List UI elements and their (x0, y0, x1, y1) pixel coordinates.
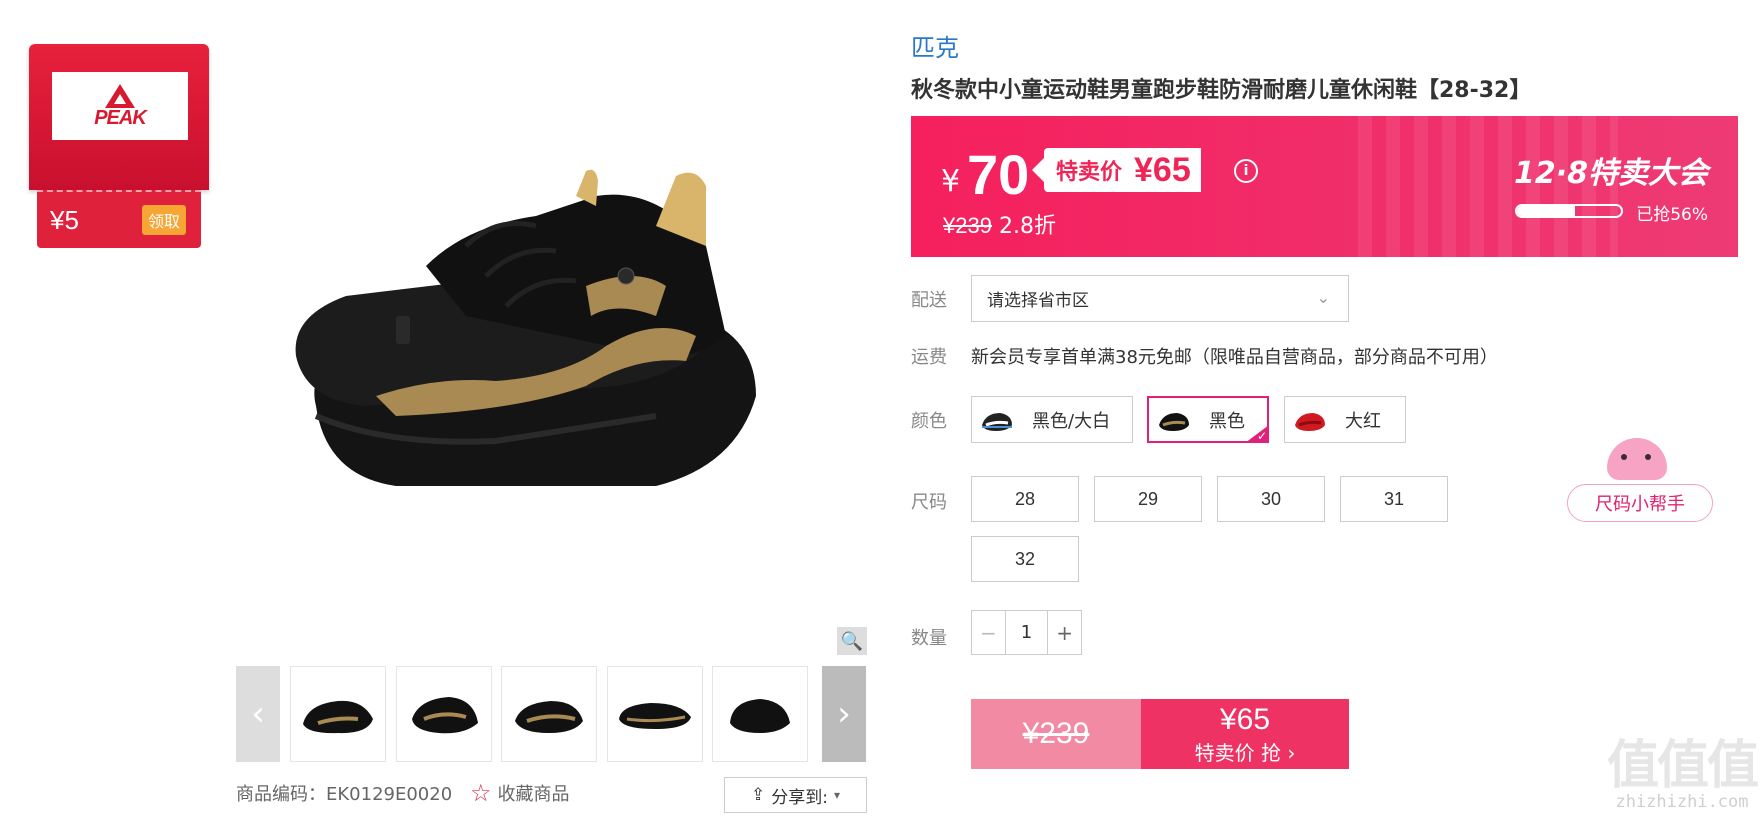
buy-button-group: ¥239 ¥65 特卖价 抢 › (971, 699, 1349, 769)
special-price-value: ¥65 (1134, 150, 1191, 189)
special-price-tag: 特卖价 ¥65 (1032, 148, 1201, 192)
thumbnail-next-button[interactable]: › (822, 666, 866, 762)
region-select[interactable]: 请选择省市区 ⌄ (971, 275, 1349, 322)
color-swatch-red (1295, 412, 1325, 431)
main-product-image[interactable] (236, 16, 868, 656)
product-title: 秋冬款中小童运动鞋男童跑步鞋防滑耐磨儿童休闲鞋【28-32】 (911, 78, 1532, 103)
size-option-28[interactable]: 28 (971, 476, 1079, 522)
color-option-label: 黑色/大白 (1032, 410, 1111, 432)
color-option-label: 黑色 (1209, 410, 1245, 432)
size-helper-button[interactable]: 尺码小帮手 (1567, 484, 1713, 522)
event-title: 12·8特卖大会 (1513, 156, 1708, 191)
size-option-31[interactable]: 31 (1340, 476, 1448, 522)
quantity-input[interactable]: 1 (1006, 611, 1048, 654)
current-price: 70 (967, 143, 1030, 206)
quantity-increase-button[interactable]: + (1047, 611, 1081, 654)
star-icon: ☆ (470, 779, 492, 807)
color-option-label: 大红 (1345, 410, 1381, 432)
sold-progress-bar (1515, 204, 1623, 218)
coupon-header: PEAK (29, 44, 209, 190)
price-banner: ¥ 70 特卖价 ¥65 i ¥239 2.8折 12·8特卖大会 已抢56% (911, 116, 1738, 257)
region-select-placeholder: 请选择省市区 (987, 291, 1089, 311)
peak-logo-icon (105, 84, 135, 108)
color-swatch-black (1159, 412, 1189, 431)
product-page: PEAK ¥5 领取 🔍 ‹ › 商品编码：EK0129E0020 ☆ 收藏商品… (0, 0, 1761, 828)
claim-coupon-button[interactable]: 领取 (141, 205, 186, 235)
size-option-30[interactable]: 30 (1217, 476, 1325, 522)
watermark: 值值值 zhizhizhi.com (1606, 736, 1759, 812)
share-label: 分享到: (771, 787, 828, 808)
thumbnail-strip: ‹ › (236, 666, 868, 762)
size-option-29[interactable]: 29 (1094, 476, 1202, 522)
product-code: 商品编码：EK0129E0020 (236, 784, 453, 805)
quantity-decrease-button[interactable]: − (972, 611, 1006, 654)
size-helper[interactable]: 尺码小帮手 (1567, 438, 1713, 524)
thumbnail-2[interactable] (396, 666, 492, 762)
peak-logo: PEAK (52, 72, 188, 140)
currency-symbol: ¥ (941, 164, 961, 199)
favorite-button[interactable]: ☆ 收藏商品 (470, 780, 570, 806)
color-option-red[interactable]: 大红 (1284, 396, 1406, 443)
color-label: 颜色 (911, 411, 947, 432)
zoom-icon[interactable]: 🔍 (837, 627, 867, 655)
buy-action-label: 特卖价 抢 › (1194, 740, 1296, 765)
thumbnail-prev-button[interactable]: ‹ (236, 666, 280, 762)
color-option-black-white[interactable]: 黑色/大白 (971, 396, 1133, 443)
chevron-down-icon: ▾ (833, 788, 840, 802)
size-option-32[interactable]: 32 (971, 536, 1079, 582)
color-swatch-black-white (982, 412, 1012, 431)
share-dropdown[interactable]: ⇪ 分享到: ▾ (724, 777, 867, 813)
thumbnail-5[interactable] (712, 666, 808, 762)
original-price: ¥239 (943, 213, 992, 238)
quantity-stepper: − 1 + (971, 610, 1082, 655)
shipping-label: 运费 (911, 347, 947, 368)
coupon-footer: ¥5 领取 (37, 190, 201, 248)
size-label: 尺码 (911, 492, 947, 513)
brand-link[interactable]: 匹克 (911, 28, 959, 63)
info-icon[interactable]: i (1234, 159, 1258, 183)
watermark-url: zhizhizhi.com (1615, 792, 1749, 812)
peak-logo-text: PEAK (94, 107, 147, 129)
share-icon: ⇪ (750, 785, 766, 805)
watermark-logo: 值值值 (1606, 736, 1759, 796)
shipping-text: 新会员专享首单满38元免邮（限唯品自营商品，部分商品不可用） (971, 347, 1498, 368)
discount-label: 2.8折 (998, 214, 1056, 239)
quantity-label: 数量 (911, 628, 947, 649)
grabbed-percent: 已抢56% (1636, 205, 1708, 225)
buy-now-button[interactable]: ¥65 特卖价 抢 › (1141, 699, 1349, 769)
original-price-row: ¥239 2.8折 (943, 208, 1056, 240)
thumbnail-4[interactable] (607, 666, 703, 762)
buy-price: ¥65 (1219, 702, 1271, 736)
buy-original-price[interactable]: ¥239 (971, 699, 1141, 769)
mascot-icon (1607, 438, 1667, 480)
color-option-black[interactable]: 黑色 (1147, 396, 1269, 443)
chevron-down-icon: ⌄ (1316, 288, 1330, 307)
thumbnail-1[interactable] (290, 666, 386, 762)
shop-coupon[interactable]: PEAK ¥5 领取 (29, 44, 209, 248)
sold-progress-fill (1517, 206, 1576, 216)
thumbnail-3[interactable] (501, 666, 597, 762)
buy-original-price-text: ¥239 (1022, 717, 1090, 750)
favorite-label: 收藏商品 (497, 784, 570, 805)
delivery-label: 配送 (911, 290, 947, 311)
coupon-amount: ¥5 (50, 204, 79, 235)
special-price-label: 特卖价 (1056, 160, 1123, 185)
